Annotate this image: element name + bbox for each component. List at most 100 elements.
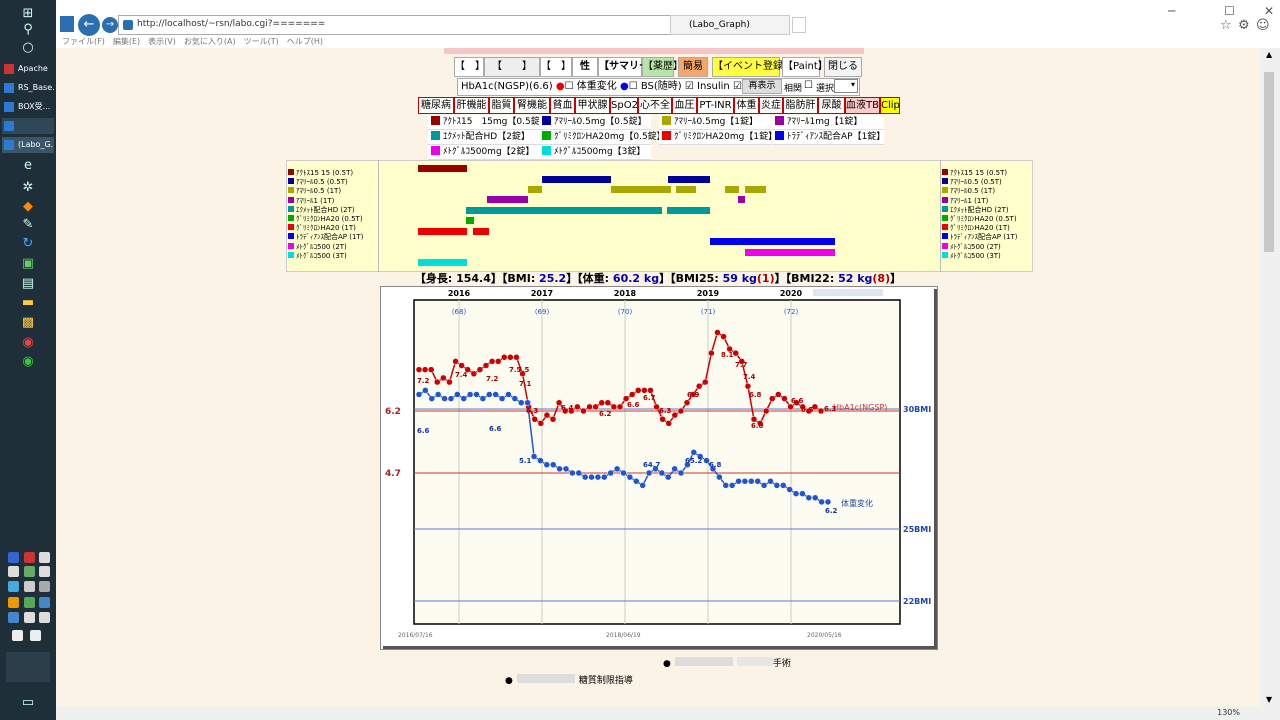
speaker-icon[interactable]	[39, 612, 50, 623]
event-register-button[interactable]: 【イベント登録】	[712, 57, 793, 77]
category-button[interactable]: 甲状腺	[575, 97, 610, 114]
tray-icon[interactable]	[24, 566, 35, 577]
timeline-legend-item: ｸﾞﾘﾐｸﾛﾝHA20 (0.5T)	[942, 215, 1017, 224]
category-button[interactable]: 脂肪肝	[783, 97, 818, 114]
tray-icon[interactable]	[39, 597, 50, 608]
taskbar-item-blurred[interactable]	[2, 118, 54, 134]
ie-icon[interactable]: e	[18, 158, 38, 174]
monitor-icon[interactable]	[24, 612, 35, 623]
taskbar-item-apache[interactable]: Apache	[2, 61, 54, 77]
color-swatch	[662, 131, 671, 140]
menu-view[interactable]: 表示(V)	[148, 36, 176, 48]
windows-start-icon[interactable]: ⊞	[18, 6, 38, 22]
tray-icon[interactable]	[39, 566, 50, 577]
data-label: 6.2	[599, 410, 612, 418]
ime-icon[interactable]	[12, 630, 23, 641]
taskbar-item-labo[interactable]: (Labo_G...	[2, 137, 54, 153]
tray-icon[interactable]	[24, 597, 35, 608]
timeline-divider	[940, 160, 941, 272]
folder-icon[interactable]: ▬	[18, 295, 38, 311]
notification-icon[interactable]: ▭	[18, 695, 38, 711]
tray-icon[interactable]	[8, 552, 19, 563]
search-icon[interactable]: ⚲	[18, 22, 38, 38]
data-point	[635, 387, 642, 394]
weight-checkbox[interactable]: ☐	[629, 81, 638, 92]
smiley-icon[interactable]: ☺	[1256, 18, 1270, 33]
menu-favorites[interactable]: お気に入り(A)	[184, 36, 236, 48]
insulin-option: Insulin	[697, 81, 730, 92]
medication-item: ｸﾞﾘﾐｸﾛﾝHA20mg【0.5錠】	[539, 130, 666, 145]
tab-labo-graph[interactable]: (Labo_Graph)	[670, 15, 790, 35]
hba1c-checkbox[interactable]: ☐	[565, 81, 574, 92]
category-button[interactable]: 炎症	[759, 97, 783, 114]
app-icon[interactable]: ▣	[18, 256, 38, 272]
forward-button[interactable]: →	[102, 17, 118, 33]
scroll-up-icon[interactable]: ▲	[1266, 50, 1272, 59]
minimize-button[interactable]: ─	[1168, 4, 1175, 18]
history-button[interactable]: 【薬歴】	[642, 57, 683, 77]
select-dropdown[interactable]: ▾	[834, 79, 858, 93]
ime-icon[interactable]	[30, 630, 41, 641]
favorites-star-icon[interactable]: ☆	[1220, 18, 1232, 33]
back-button[interactable]: ←	[78, 14, 100, 36]
summary-button[interactable]: 【サマリー】	[598, 57, 659, 77]
category-button[interactable]: 脂質	[489, 97, 514, 114]
insulin-checkbox[interactable]: ☑	[733, 81, 742, 92]
paint-button[interactable]: 【Paint】	[782, 57, 828, 77]
app-icon[interactable]: ▤	[18, 276, 38, 292]
category-button[interactable]: 心不全	[638, 97, 672, 114]
tray-icon[interactable]	[8, 597, 19, 608]
cortana-icon[interactable]: ○	[18, 40, 38, 56]
taskbar-item-rsbase[interactable]: RS_Base...	[2, 80, 54, 96]
category-button[interactable]: 貧血	[550, 97, 575, 114]
scrollbar-thumb[interactable]	[1264, 72, 1274, 252]
category-button[interactable]: Clip	[880, 97, 900, 114]
category-button[interactable]: 血液TB	[845, 97, 880, 114]
refresh-icon[interactable]: ↻	[18, 236, 38, 252]
maximize-button[interactable]: ☐	[1224, 4, 1235, 18]
clock[interactable]	[6, 652, 50, 682]
tray-icon[interactable]	[8, 566, 19, 577]
tool-icon[interactable]: ✎	[18, 217, 38, 233]
age-field[interactable]: 【 】	[540, 57, 572, 77]
app-icon[interactable]: ▩	[18, 315, 38, 331]
new-tab-button[interactable]	[792, 17, 806, 33]
correlation-checkbox[interactable]: ☐	[804, 80, 813, 91]
address-bar[interactable]: http://localhost/~rsn/labo.cgi?======= ⚲…	[118, 15, 718, 35]
menu-edit[interactable]: 編集(E)	[113, 36, 140, 48]
tray-icon[interactable]	[8, 612, 19, 623]
category-button[interactable]: SpO2	[610, 97, 638, 114]
category-button[interactable]: PT-INR	[697, 97, 734, 114]
app-icon[interactable]: ◉	[18, 354, 38, 370]
tray-icon[interactable]	[39, 552, 50, 563]
zoom-level[interactable]: 130%	[1217, 708, 1240, 717]
taskbar-item-box[interactable]: BOX受...	[2, 99, 54, 115]
category-button[interactable]: 糖尿病	[418, 97, 454, 114]
menu-tools[interactable]: ツール(T)	[244, 36, 279, 48]
apache-icon	[4, 64, 14, 74]
tray-icon[interactable]	[39, 581, 50, 592]
settings-icon[interactable]: ✲	[18, 180, 38, 196]
simple-button[interactable]: 簡易	[678, 57, 708, 77]
gear-icon[interactable]: ⚙	[1238, 18, 1250, 33]
menu-file[interactable]: ファイル(F)	[62, 36, 105, 48]
tray-icon[interactable]	[8, 581, 19, 592]
bs-checkbox[interactable]: ☑	[685, 81, 694, 92]
redisplay-button[interactable]: 再表示	[742, 79, 782, 94]
menu-help[interactable]: ヘルプ(H)	[287, 36, 323, 48]
category-button[interactable]: 尿酸	[818, 97, 845, 114]
category-button[interactable]: 血圧	[672, 97, 697, 114]
shield-icon[interactable]: ◆	[18, 199, 38, 215]
chrome-icon[interactable]: ◉	[18, 335, 38, 351]
scroll-down-icon[interactable]: ▼	[1266, 695, 1272, 704]
category-button[interactable]: 肝機能	[454, 97, 489, 114]
id-field[interactable]: 【 】	[454, 57, 485, 77]
close-page-button[interactable]: 閉じる	[824, 57, 862, 77]
name-field[interactable]: 【 】	[484, 57, 540, 77]
tray-icon[interactable]	[24, 552, 35, 563]
category-button[interactable]: 体重	[734, 97, 759, 114]
tray-icon[interactable]	[24, 581, 35, 592]
data-label: 65.2	[685, 457, 702, 465]
category-button[interactable]: 腎機能	[514, 97, 550, 114]
close-button[interactable]: ✕	[1264, 4, 1274, 18]
